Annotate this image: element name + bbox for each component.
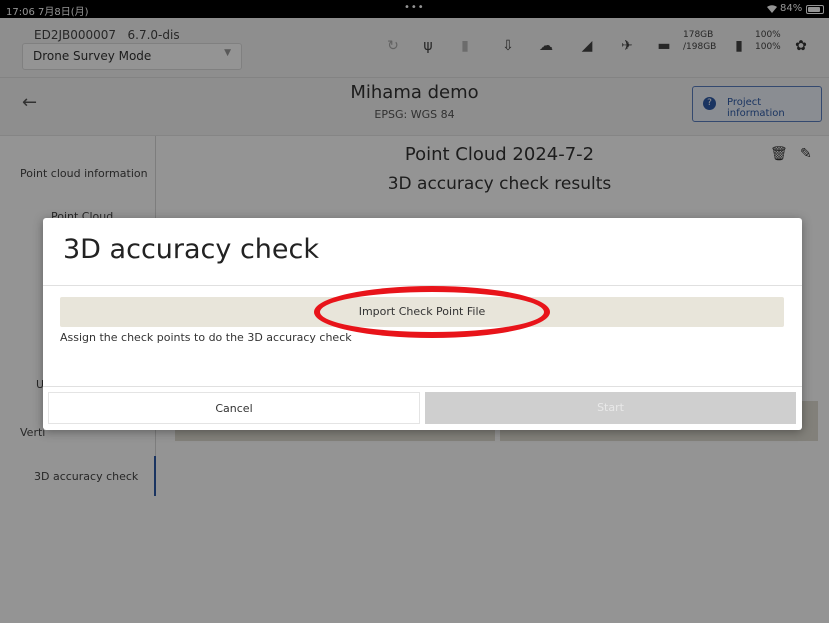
dialog-title: 3D accuracy check [63,234,319,265]
dialog-instruction: Assign the check points to do the 3D acc… [60,331,352,344]
dialog-divider-bottom [43,386,802,387]
cancel-button[interactable]: Cancel [48,392,420,424]
start-button[interactable]: Start [425,392,796,424]
highlight-ellipse [314,286,550,338]
